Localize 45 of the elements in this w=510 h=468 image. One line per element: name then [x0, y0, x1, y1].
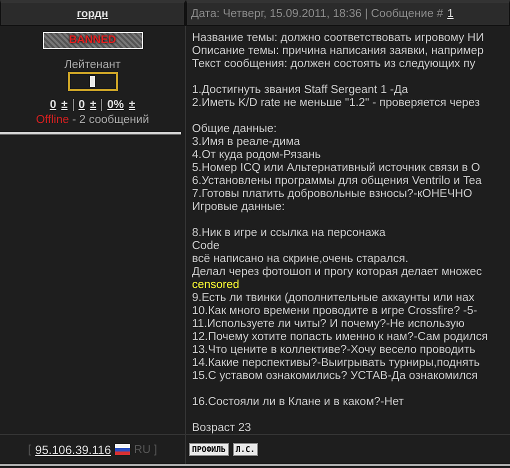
message-line: Делал через фотошоп и прогу которая делает множес	[192, 266, 483, 279]
banned-badge: BANNED	[42, 32, 142, 49]
message-line: 15.С уставом ознакомились? УСТАВ-Да ознакомился	[192, 370, 479, 383]
message-line: 4.От куда родом-Рязань	[192, 149, 322, 162]
message-line: 2.Иметь K/D rate не меньше "1.2" - проверяется через	[192, 97, 481, 110]
message-line: 13.Что цените в коллективе?-Хочу весело проводить	[192, 344, 476, 357]
message-line: Возраст 23	[192, 422, 252, 434]
message-line: Игровые данные:	[192, 201, 286, 214]
post-count: - 2 сообщений	[72, 114, 150, 126]
message-line: 12.Почему хотите попасть именно к нам?-Сам родился	[192, 331, 489, 344]
message-line: 1.Достигнуть звания Staff Sergeant 1 -Да	[192, 84, 410, 97]
message-line: 16.Состояли ли в Клане и в каком?-Нет	[192, 396, 405, 409]
ip-address-link[interactable]: 95.106.39.116	[35, 442, 112, 456]
message-line: 10.Как много времени проводите в игре Crossfire? -5-	[192, 305, 478, 318]
message-line: Название темы: должно соответствовать игровому НИ	[192, 32, 486, 45]
stat-value-link[interactable]: 0	[50, 99, 56, 111]
message-line: всё написано на скрине,очень старался.	[192, 253, 410, 266]
rate-link[interactable]: ±	[90, 99, 96, 111]
post-number-link[interactable]: 1	[447, 8, 454, 20]
russia-flag-icon	[115, 444, 130, 455]
message-line: 8.Ник в игре и ссылка на персонажа	[192, 227, 386, 240]
rank-label: Лейтенант	[64, 59, 121, 71]
message-line: 7.Готовы платить добровольные взносы?-кОНЕЧНО	[192, 188, 474, 201]
stat-value-link[interactable]: 0%	[107, 99, 124, 111]
online-status: Offline	[36, 114, 69, 126]
username-link[interactable]: гордн	[76, 8, 108, 20]
message-line: 3.Имя в реале-дима	[192, 136, 302, 149]
message-line: Code	[192, 240, 220, 253]
message-line: Текст сообщения: должен состоять из следующих пу	[192, 58, 476, 71]
profile-button[interactable]: ПРОФИЛЬ	[189, 443, 229, 456]
stat-value-link[interactable]: 0	[78, 99, 85, 111]
message-line: Общие данные:	[192, 123, 278, 136]
message-line: 9.Есть ли твинки (дополнительные аккаунты или нах	[192, 292, 476, 305]
censored-text: censored	[192, 279, 240, 292]
rank-insignia-icon	[68, 72, 118, 91]
rate-link[interactable]: ±	[61, 99, 68, 111]
post-date: Дата: Четверг, 15.09.2011, 18:36 | Сообщение #	[191, 8, 444, 20]
message-button[interactable]: Л.С.	[232, 443, 258, 456]
message-line: 14.Какие перспективы?-Выигрывать турниры,поднять	[192, 357, 481, 370]
message-line: 11.Используете ли читы? И почему?-Не использую	[192, 318, 466, 331]
message-line: Описание темы: причина написания заявки, например	[192, 45, 485, 58]
bracket: [	[28, 444, 32, 456]
rate-link[interactable]: ±	[128, 99, 136, 111]
message-line: 6.Установлены программы для общения Ventrilo и Tea	[192, 175, 483, 188]
message-line: 5.Номер ICQ или Альтернативный источник связи в О	[192, 162, 482, 175]
